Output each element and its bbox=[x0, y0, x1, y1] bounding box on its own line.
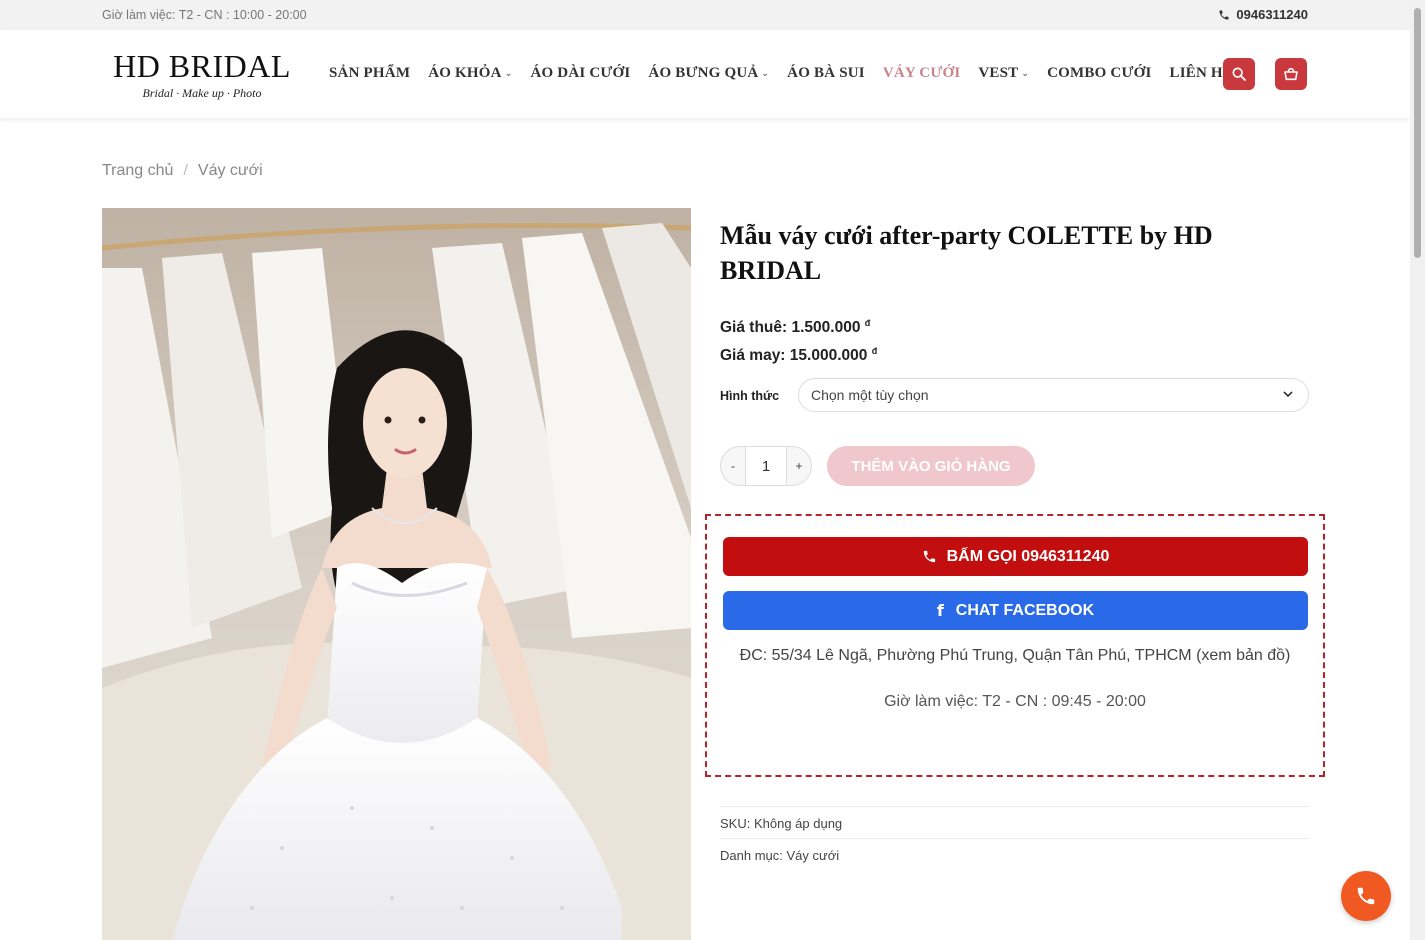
currency-symbol: đ bbox=[871, 346, 878, 356]
bride-photo bbox=[102, 208, 691, 940]
chat-facebook-label: CHAT FACEBOOK bbox=[955, 601, 1095, 619]
chevron-down-icon: ⌄ bbox=[761, 68, 770, 79]
chevron-down-icon: ⌄ bbox=[504, 68, 513, 79]
breadcrumb-separator: / bbox=[183, 162, 188, 179]
variant-label: Hình thức bbox=[720, 389, 780, 403]
nav-item-ao-dai-cuoi[interactable]: ÁO DÀI CƯỚI bbox=[530, 65, 630, 82]
scrollbar[interactable] bbox=[1410, 0, 1425, 940]
sku-value: Không áp dụng bbox=[753, 816, 843, 831]
phone-icon bbox=[923, 550, 935, 563]
breadcrumb-current[interactable]: Váy cưới bbox=[198, 162, 263, 180]
call-button[interactable]: BẤM GỌI 0946311240 bbox=[723, 537, 1308, 576]
search-button[interactable] bbox=[1223, 58, 1255, 90]
logo-brand: HD BRIDAL bbox=[113, 48, 291, 84]
cart-button[interactable] bbox=[1275, 58, 1307, 90]
nav-label: SẢN PHẨM bbox=[329, 65, 411, 81]
logo[interactable]: HD BRIDAL Bridal · Make up · Photo bbox=[106, 48, 298, 101]
nav-item-vay-cuoi[interactable]: VÁY CƯỚI bbox=[883, 65, 961, 82]
breadcrumb-home[interactable]: Trang chủ bbox=[102, 162, 173, 180]
nav-item-san-pham[interactable]: SẢN PHẨM bbox=[329, 65, 410, 82]
phone-icon bbox=[1357, 887, 1375, 905]
sew-price-value: 15.000.000 bbox=[789, 347, 868, 365]
contact-box: BẤM GỌI 0946311240 f CHAT FACEBOOK ĐC: 5… bbox=[705, 514, 1325, 777]
top-bar: Giờ làm việc: T2 - CN : 10:00 - 20:00 09… bbox=[0, 0, 1410, 30]
sew-price-label: Giá may: bbox=[720, 347, 786, 365]
facebook-icon: f bbox=[936, 601, 944, 620]
site-header: HD BRIDAL Bridal · Make up · Photo SẢN P… bbox=[0, 30, 1410, 118]
nav-item-ao-khoa[interactable]: ÁO KHỎA ⌄ bbox=[428, 65, 512, 82]
qty-input[interactable]: 1 bbox=[746, 446, 786, 486]
basket-icon bbox=[1284, 67, 1298, 81]
product-image[interactable] bbox=[102, 208, 691, 940]
product-category: Danh mục: Váy cưới bbox=[720, 848, 839, 863]
nav-item-combo-cuoi[interactable]: COMBO CƯỚI bbox=[1047, 65, 1151, 82]
breadcrumb: Trang chủ / Váy cưới bbox=[102, 162, 263, 180]
currency-symbol: đ bbox=[864, 318, 871, 328]
logo-tagline: Bridal · Make up · Photo bbox=[142, 86, 262, 100]
variant-select-value: Chọn một tùy chọn bbox=[811, 387, 929, 403]
product-sku: SKU: Không áp dụng bbox=[720, 816, 842, 831]
call-button-label: BẤM GỌI 0946311240 bbox=[946, 547, 1110, 565]
nav-label: VEST bbox=[978, 65, 1019, 81]
floating-call-button[interactable] bbox=[1341, 871, 1391, 921]
nav-label: ÁO DÀI CƯỚI bbox=[530, 65, 631, 81]
chat-facebook-button[interactable]: f CHAT FACEBOOK bbox=[723, 591, 1308, 630]
category-label: Danh mục: bbox=[720, 848, 783, 863]
qty-plus-button[interactable]: + bbox=[786, 446, 812, 486]
category-link[interactable]: Váy cưới bbox=[787, 848, 840, 863]
rent-price-value: 1.500.000 bbox=[791, 319, 861, 337]
working-hours: Giờ làm việc: T2 - CN : 10:00 - 20:00 bbox=[102, 8, 307, 22]
top-phone-number: 0946311240 bbox=[1236, 7, 1308, 22]
sku-label: SKU: bbox=[720, 816, 751, 831]
rent-price: Giá thuê: 1.500.000 đ bbox=[720, 318, 870, 337]
store-address[interactable]: ĐC: 55/34 Lê Ngã, Phường Phú Trung, Quận… bbox=[707, 647, 1323, 665]
quantity-stepper: - 1 + bbox=[720, 446, 812, 486]
scrollbar-thumb[interactable] bbox=[1414, 8, 1421, 258]
nav-item-ao-bung-qua[interactable]: ÁO BƯNG QUẢ ⌄ bbox=[648, 65, 769, 82]
product-title: Mẫu váy cưới after-party COLETTE by HD B… bbox=[720, 221, 1213, 285]
top-phone[interactable]: 0946311240 bbox=[1218, 7, 1308, 22]
store-hours: Giờ làm việc: T2 - CN : 09:45 - 20:00 bbox=[884, 693, 1146, 710]
chevron-down-icon: ⌄ bbox=[1021, 68, 1030, 79]
divider bbox=[720, 838, 1309, 839]
search-icon bbox=[1232, 67, 1246, 81]
qty-minus-button[interactable]: - bbox=[720, 446, 746, 486]
nav-label: ÁO KHỎA bbox=[428, 65, 502, 81]
main-nav: SẢN PHẨM ÁO KHỎA ⌄ ÁO DÀI CƯỚI ÁO BƯNG QU… bbox=[329, 65, 1251, 82]
divider bbox=[720, 806, 1309, 807]
nav-label: ÁO BƯNG QUẢ bbox=[648, 65, 759, 81]
add-to-cart-button[interactable]: THÊM VÀO GIỎ HÀNG bbox=[827, 446, 1035, 486]
rent-price-label: Giá thuê: bbox=[720, 319, 788, 337]
nav-item-ao-ba-sui[interactable]: ÁO BÀ SUI bbox=[787, 65, 865, 82]
nav-item-vest[interactable]: VEST ⌄ bbox=[978, 65, 1029, 82]
sew-price: Giá may: 15.000.000 đ bbox=[720, 346, 877, 365]
nav-label: VÁY CƯỚI bbox=[882, 65, 961, 81]
phone-icon bbox=[1219, 10, 1229, 19]
variant-select[interactable]: Chọn một tùy chọn bbox=[798, 378, 1309, 412]
nav-label: ÁO BÀ SUI bbox=[787, 65, 865, 81]
nav-label: COMBO CƯỚI bbox=[1047, 65, 1152, 81]
chevron-down-icon bbox=[1283, 391, 1293, 398]
